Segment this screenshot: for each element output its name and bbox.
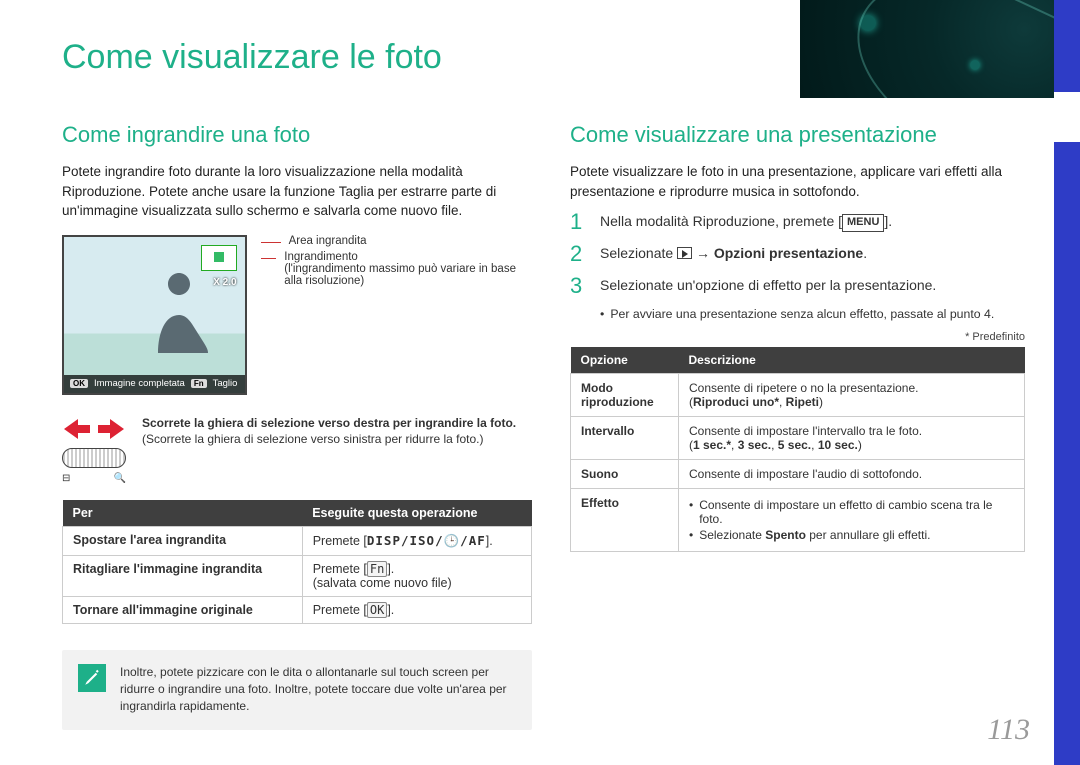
screen-callouts: Area ingrandita Ingrandimento (l'ingrand… — [261, 235, 532, 291]
table-header-description: Descrizione — [679, 347, 1025, 374]
breadcrumb: Riproduzione/Modifica — [62, 18, 191, 33]
ok-pill: OK — [70, 379, 88, 388]
direction-buttons-icon: DISP/ISO/🕒/AF — [367, 533, 486, 548]
table-row: Effetto •Consente di impostare un effett… — [571, 489, 1025, 552]
zoom-intro-paragraph: Potete ingrandire foto durante la loro v… — [62, 162, 532, 221]
camera-screen-preview: X 2.0 OK Immagine completata Fn Taglio — [62, 235, 247, 395]
page-side-bar — [1054, 0, 1080, 765]
right-column: Come visualizzare una presentazione Pote… — [570, 122, 1025, 552]
table-header-do: Eseguite questa operazione — [302, 500, 531, 527]
selection-dial-graphic: ⊟ 🔍 — [62, 415, 126, 484]
dial-instruction: Scorrete la ghiera di selezione verso de… — [142, 415, 516, 449]
section-heading-slideshow: Come visualizzare una presentazione — [570, 122, 1025, 148]
zoom-level-label: X 2.0 — [213, 277, 236, 288]
touch-tip-box: Inoltre, potete pizzicare con le dita o … — [62, 650, 532, 730]
playback-icon — [677, 247, 692, 259]
table-row: Modo riproduzione Consente di ripetere o… — [571, 374, 1025, 417]
table-row: Spostare l'area ingrandita Premete [DISP… — [63, 526, 532, 555]
page-number: 113 — [987, 713, 1030, 747]
slideshow-steps: 1 Nella modalità Riproduzione, premete [… — [570, 211, 1025, 321]
zoom-in-icon: 🔍 — [114, 473, 126, 484]
hero-decoration — [800, 0, 1080, 98]
tip-icon — [78, 664, 106, 692]
section-heading-zoom: Come ingrandire una foto — [62, 122, 532, 148]
fn-label: Taglio — [213, 378, 238, 389]
menu-button-label: MENU — [842, 214, 884, 232]
table-row: Tornare all'immagine originale Premete [… — [63, 596, 532, 623]
zoom-out-icon: ⊟ — [62, 473, 70, 484]
table-row: Ritagliare l'immagine ingrandita Premete… — [63, 555, 532, 596]
slideshow-options-table: Opzione Descrizione Modo riproduzione Co… — [570, 347, 1025, 552]
table-header-option: Opzione — [571, 347, 679, 374]
zoom-actions-table: Per Eseguite questa operazione Spostare … — [62, 500, 532, 624]
fn-pill: Fn — [191, 379, 207, 388]
table-row: Suono Consente di impostare l'audio di s… — [571, 460, 1025, 489]
slideshow-intro-paragraph: Potete visualizzare le foto in una prese… — [570, 162, 1025, 201]
fn-button-label: Fn — [367, 561, 387, 577]
table-header-for: Per — [63, 500, 303, 527]
table-row: Intervallo Consente di impostare l'inter… — [571, 417, 1025, 460]
left-column: Come ingrandire una foto Potete ingrandi… — [62, 122, 532, 730]
ok-button-label: OK — [367, 602, 387, 618]
ok-label: Immagine completata — [94, 378, 185, 389]
default-legend: * Predefinito — [570, 331, 1025, 343]
page-title: Come visualizzare le foto — [62, 38, 442, 77]
enlarged-area-indicator — [201, 245, 237, 271]
